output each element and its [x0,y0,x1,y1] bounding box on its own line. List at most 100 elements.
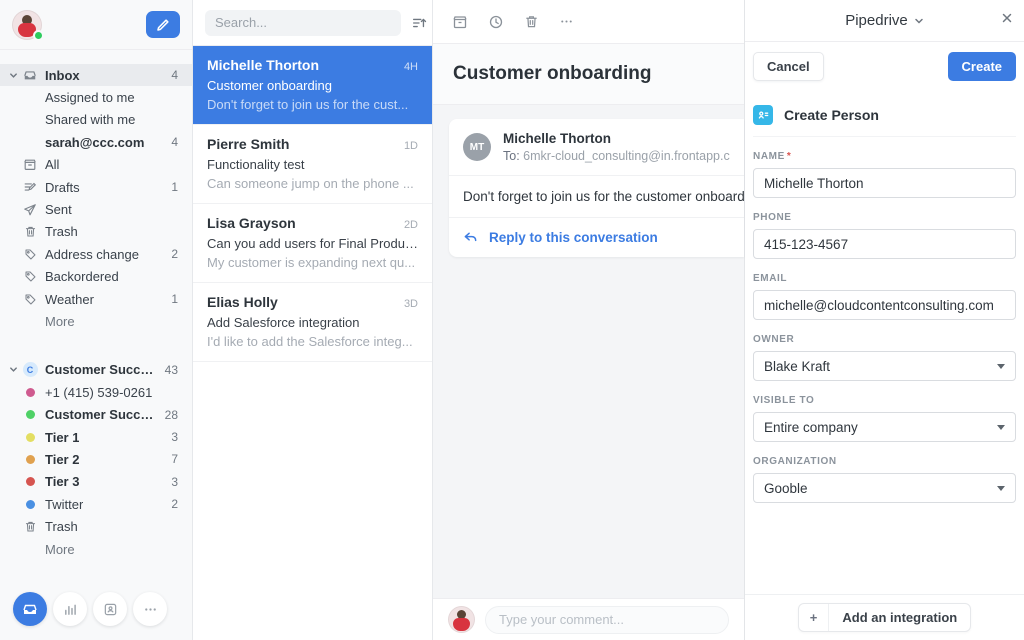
conversation-title: Customer onboarding [433,44,744,105]
sidebar-item-drafts[interactable]: Drafts 1 [0,176,192,198]
sidebar-item-all[interactable]: All [0,154,192,176]
conversation-sender: Lisa Grayson [207,215,296,231]
chevron-down-icon [997,424,1005,430]
unread-count: 43 [164,362,178,377]
archive-icon [22,158,38,172]
section-title: Create Person [784,107,879,123]
unread-count: 3 [171,474,178,489]
field-label-organization: ORGANIZATION [753,456,837,467]
sidebar-channel-customer-success[interactable]: Customer Success 28 [0,403,192,425]
channel-dot-icon [22,477,38,487]
more-apps-button[interactable] [133,592,167,626]
sidebar-item-inbox[interactable]: Inbox 4 [0,64,192,87]
channel-dot-icon [22,387,38,397]
conversation-view: Customer onboarding MT Michelle Thorton … [433,0,745,640]
channel-dot-icon [22,499,38,509]
add-integration-button[interactable]: + Add an integration [797,603,972,632]
list-header [193,0,432,46]
owner-select[interactable]: Blake Kraft [753,351,1016,381]
sidebar: Inbox 4 Assigned to me Shared with me sa… [0,0,193,640]
sort-icon[interactable] [411,15,427,31]
comment-bar [433,598,744,640]
conversation-time: 4H [403,61,418,73]
sent-icon [22,203,38,217]
plus-icon: + [799,604,830,631]
tag-icon [22,270,38,283]
snooze-clock-icon[interactable] [488,14,504,30]
conversation-preview: Don't forget to join us for the cust... [207,97,409,112]
inbox-icon [22,68,38,82]
panel-footer: + Add an integration [745,594,1024,640]
create-button[interactable]: Create [947,52,1016,81]
sidebar-team-more[interactable]: More [0,538,192,560]
sidebar-item-assigned-to-me[interactable]: Assigned to me [0,86,192,108]
user-avatar[interactable] [12,9,44,41]
chevron-down-icon[interactable] [9,71,22,80]
sidebar-channel-twitter[interactable]: Twitter 2 [0,493,192,515]
close-icon[interactable] [1001,12,1013,24]
archive-icon[interactable] [452,14,468,30]
message-sender: Michelle Thorton [503,131,611,146]
sidebar-item-sarah-mailbox[interactable]: sarah@ccc.com 4 [0,131,192,153]
sidebar-item-weather[interactable]: Weather 1 [0,288,192,310]
search-input[interactable] [205,9,401,36]
chevron-down-icon[interactable] [914,16,924,26]
chevron-down-icon [997,485,1005,491]
reply-link[interactable]: Reply to this conversation [449,218,744,257]
sidebar-channel-tier-2[interactable]: Tier 2 7 [0,448,192,470]
unread-count: 2 [171,497,178,512]
message-header[interactable]: MT Michelle Thorton To: 6mkr-cloud_consu… [449,119,744,176]
person-card-icon [753,105,773,125]
sidebar-item-more[interactable]: More [0,310,192,332]
name-field[interactable] [753,168,1016,198]
channel-dot-icon [22,410,38,420]
sidebar-item-sent[interactable]: Sent [0,198,192,220]
sidebar-team-trash[interactable]: Trash [0,515,192,537]
trash-icon [22,225,38,238]
field-label-email: EMAIL [753,273,788,284]
sidebar-channel-phone[interactable]: +1 (415) 539-0261 [0,381,192,403]
sidebar-item-address-change[interactable]: Address change 2 [0,243,192,265]
reply-arrow-icon [463,230,478,245]
unread-count: 1 [171,292,178,307]
comment-input[interactable] [485,605,729,634]
sidebar-item-shared-with-me[interactable]: Shared with me [0,109,192,131]
sidebar-item-backordered[interactable]: Backordered [0,266,192,288]
conversation-item[interactable]: Michelle Thorton 4H Customer onboarding … [193,46,432,125]
conversation-item[interactable]: Lisa Grayson 2D Can you add users for Fi… [193,204,432,283]
more-actions-icon[interactable] [559,14,574,29]
required-asterisk: * [786,151,792,162]
compose-button[interactable] [146,11,180,38]
organization-select[interactable]: Gooble [753,473,1016,503]
panel-title[interactable]: Pipedrive [845,12,908,29]
inbox-icon [22,601,38,617]
sidebar-channel-tier-1[interactable]: Tier 1 3 [0,426,192,448]
phone-field[interactable] [753,229,1016,259]
team-badge-icon: C [22,362,38,378]
contacts-button[interactable] [93,592,127,626]
chevron-down-icon [997,363,1005,369]
email-field[interactable] [753,290,1016,320]
trash-icon [22,520,38,533]
sidebar-team-customer-success[interactable]: C Customer Success 43 [0,359,192,381]
trash-icon[interactable] [524,14,539,29]
drafts-icon [22,180,38,194]
conversation-item[interactable]: Pierre Smith 1D Functionality test Can s… [193,125,432,204]
conversation-item[interactable]: Elias Holly 3D Add Salesforce integratio… [193,283,432,362]
conversation-subject: Add Salesforce integration [207,315,360,330]
field-label-visible-to: VISIBLE TO [753,395,815,406]
chevron-down-icon[interactable] [9,365,22,374]
analytics-button[interactable] [53,592,87,626]
field-label-owner: OWNER [753,334,795,345]
conversation-sender: Elias Holly [207,294,278,310]
ellipsis-icon [143,602,158,617]
user-avatar [448,606,475,633]
conversation-subject: Can you add users for Final Productio... [207,236,418,251]
visible-to-select[interactable]: Entire company [753,412,1016,442]
cancel-button[interactable]: Cancel [753,52,824,81]
message-recipient: To: 6mkr-cloud_consulting@in.frontapp.co… [503,149,730,163]
channel-dot-icon [22,432,38,442]
sidebar-channel-tier-3[interactable]: Tier 3 3 [0,471,192,493]
sidebar-item-trash[interactable]: Trash [0,221,192,243]
inbox-view-button[interactable] [13,592,47,626]
